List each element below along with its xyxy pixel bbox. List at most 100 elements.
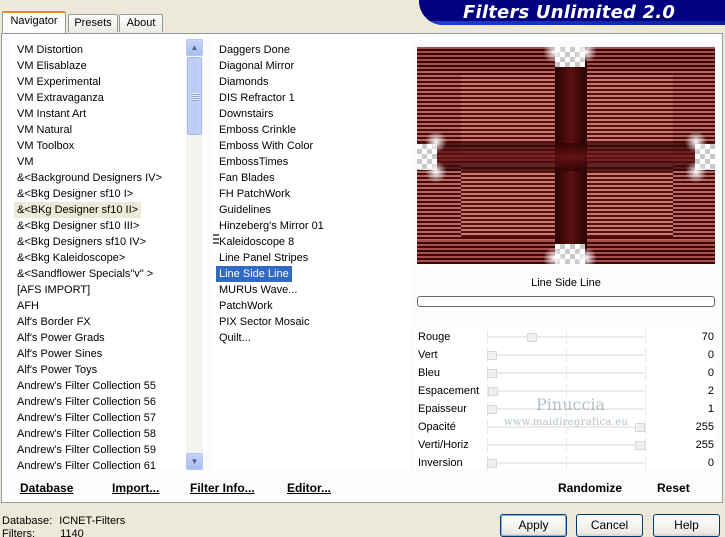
category-item[interactable]: Andrew's Filter Collection 58 bbox=[14, 426, 159, 442]
category-item[interactable]: Alf's Power Sines bbox=[14, 346, 105, 362]
filter-item[interactable]: Emboss With Color bbox=[216, 138, 316, 154]
filter-item[interactable]: Downstairs bbox=[216, 106, 276, 122]
randomize-button[interactable]: Randomize bbox=[558, 479, 622, 497]
param-slider-thumb[interactable] bbox=[487, 405, 497, 414]
category-item[interactable]: &<Background Designers IV> bbox=[14, 170, 165, 186]
filter-item[interactable]: Daggers Done bbox=[216, 42, 293, 58]
param-slider-track[interactable] bbox=[487, 444, 645, 446]
filter-item[interactable]: Line Panel Stripes bbox=[216, 250, 311, 266]
param-row[interactable]: Vert 0 bbox=[415, 346, 717, 364]
filter-item[interactable]: Emboss Crinkle bbox=[216, 122, 299, 138]
param-value[interactable]: 1 bbox=[708, 400, 714, 418]
apply-button[interactable]: Apply bbox=[500, 514, 567, 537]
category-item[interactable]: Alf's Power Grads bbox=[14, 330, 108, 346]
param-value[interactable]: 0 bbox=[708, 346, 714, 364]
param-row[interactable]: Epaisseur 1 bbox=[415, 400, 717, 418]
category-item[interactable]: Andrew's Filter Collection 57 bbox=[14, 410, 159, 426]
status-database-value: ICNET-Filters bbox=[59, 515, 126, 527]
param-slider-thumb[interactable] bbox=[635, 441, 645, 450]
category-item[interactable]: Alf's Border FX bbox=[14, 314, 94, 330]
filter-info-button[interactable]: Filter Info... bbox=[190, 479, 255, 497]
category-item[interactable]: &<BKg Designer sf10 II> bbox=[14, 202, 142, 218]
param-slider-thumb[interactable] bbox=[635, 423, 645, 432]
param-value[interactable]: 0 bbox=[708, 454, 714, 472]
param-value[interactable]: 70 bbox=[702, 328, 714, 346]
category-item[interactable]: VM bbox=[14, 154, 37, 170]
param-row[interactable]: Inversion 0 bbox=[415, 454, 717, 472]
category-item[interactable]: Andrew's Filter Collection 56 bbox=[14, 394, 159, 410]
param-slider-track[interactable] bbox=[487, 336, 645, 338]
category-item[interactable]: AFH bbox=[14, 298, 42, 314]
cancel-button[interactable]: Cancel bbox=[576, 514, 643, 537]
param-slider-track[interactable] bbox=[487, 354, 645, 356]
scroll-down-icon[interactable]: ▼ bbox=[186, 453, 203, 470]
category-item[interactable]: &<Bkg Designer sf10 III> bbox=[14, 218, 142, 234]
category-list[interactable]: VM Distortion VM Elisablaze VM Experimenta… bbox=[10, 39, 206, 470]
filter-item[interactable]: Diamonds bbox=[216, 74, 272, 90]
param-value[interactable]: 2 bbox=[708, 382, 714, 400]
filter-item[interactable]: Guidelines bbox=[216, 202, 274, 218]
param-slider-track[interactable] bbox=[487, 372, 645, 374]
param-name: Bleu bbox=[418, 367, 441, 379]
filter-item[interactable]: FH PatchWork bbox=[216, 186, 293, 202]
param-row[interactable]: Opacité 255 bbox=[415, 418, 717, 436]
preview-panel-4 bbox=[585, 165, 673, 237]
category-item[interactable]: &<Bkg Designer sf10 I> bbox=[14, 186, 136, 202]
category-scrollbar[interactable]: ▲ ▼ bbox=[186, 39, 203, 470]
tab-about[interactable]: About bbox=[119, 14, 163, 32]
import-button[interactable]: Import... bbox=[112, 479, 159, 497]
category-item[interactable]: VM Extravaganza bbox=[14, 90, 107, 106]
param-slider-thumb[interactable] bbox=[488, 387, 499, 396]
category-item[interactable]: &<Bkg Designers sf10 IV> bbox=[14, 234, 149, 250]
param-value[interactable]: 255 bbox=[696, 418, 714, 436]
param-row[interactable]: Espacement 2 bbox=[415, 382, 717, 400]
category-item[interactable]: &<Bkg Kaleidoscope> bbox=[14, 250, 128, 266]
category-item[interactable]: VM Instant Art bbox=[14, 106, 89, 122]
param-slider-thumb[interactable] bbox=[487, 459, 497, 468]
filter-item[interactable]: PatchWork bbox=[216, 298, 276, 314]
filter-item[interactable]: DIS Refractor 1 bbox=[216, 90, 298, 106]
category-item[interactable]: VM Toolbox bbox=[14, 138, 77, 154]
filter-item[interactable]: MURUs Wave... bbox=[216, 282, 300, 298]
filter-item[interactable]: Kaleidoscope 8 bbox=[216, 234, 297, 250]
param-slider-track[interactable] bbox=[487, 390, 645, 392]
param-slider-thumb[interactable] bbox=[526, 333, 537, 342]
param-row[interactable]: Verti/Horiz 255 bbox=[415, 436, 717, 454]
app-banner: Filters Unlimited 2.0 bbox=[419, 0, 725, 25]
category-item[interactable]: VM Elisablaze bbox=[14, 58, 90, 74]
param-slider-thumb[interactable] bbox=[487, 351, 497, 360]
param-value[interactable]: 255 bbox=[696, 436, 714, 454]
param-row[interactable]: Rouge 70 bbox=[415, 328, 717, 346]
filter-item[interactable]: PIX Sector Mosaic bbox=[216, 314, 312, 330]
filter-item[interactable]: Hinzeberg's Mirror 01 bbox=[216, 218, 327, 234]
param-slider-thumb[interactable] bbox=[487, 369, 497, 378]
category-item[interactable]: Andrew's Filter Collection 59 bbox=[14, 442, 159, 458]
category-item[interactable]: [AFS IMPORT] bbox=[14, 282, 93, 298]
category-item[interactable]: Alf's Power Toys bbox=[14, 362, 100, 378]
filter-item[interactable]: Line Side Line bbox=[216, 266, 292, 282]
param-slider-track[interactable] bbox=[487, 408, 645, 410]
category-item[interactable]: Andrew's Filter Collection 55 bbox=[14, 378, 159, 394]
filter-item[interactable]: Fan Blades bbox=[216, 170, 278, 186]
param-slider-track[interactable] bbox=[487, 462, 645, 464]
param-value[interactable]: 0 bbox=[708, 364, 714, 382]
param-slider-track[interactable] bbox=[487, 426, 645, 428]
tab-presets[interactable]: Presets bbox=[68, 14, 118, 32]
filter-item[interactable]: Quilt... bbox=[216, 330, 254, 346]
help-button[interactable]: Help bbox=[653, 514, 720, 537]
database-button[interactable]: Database bbox=[20, 479, 73, 497]
filter-item[interactable]: EmbossTimes bbox=[216, 154, 291, 170]
category-item[interactable]: VM Natural bbox=[14, 122, 75, 138]
param-row[interactable]: Bleu 0 bbox=[415, 364, 717, 382]
tab-navigator[interactable]: Navigator bbox=[2, 11, 66, 33]
scroll-thumb[interactable] bbox=[187, 57, 202, 135]
category-item[interactable]: &<Sandflower Specials"v" > bbox=[14, 266, 156, 282]
filter-item[interactable]: Diagonal Mirror bbox=[216, 58, 297, 74]
filter-list[interactable]: Daggers Done Diagonal Mirror Diamonds DIS R… bbox=[212, 39, 410, 470]
scroll-up-icon[interactable]: ▲ bbox=[186, 39, 203, 56]
category-item[interactable]: Andrew's Filter Collection 61 bbox=[14, 458, 159, 470]
editor-button[interactable]: Editor... bbox=[287, 479, 331, 497]
category-item[interactable]: VM Distortion bbox=[14, 42, 86, 58]
category-item[interactable]: VM Experimental bbox=[14, 74, 104, 90]
reset-button[interactable]: Reset bbox=[657, 479, 690, 497]
